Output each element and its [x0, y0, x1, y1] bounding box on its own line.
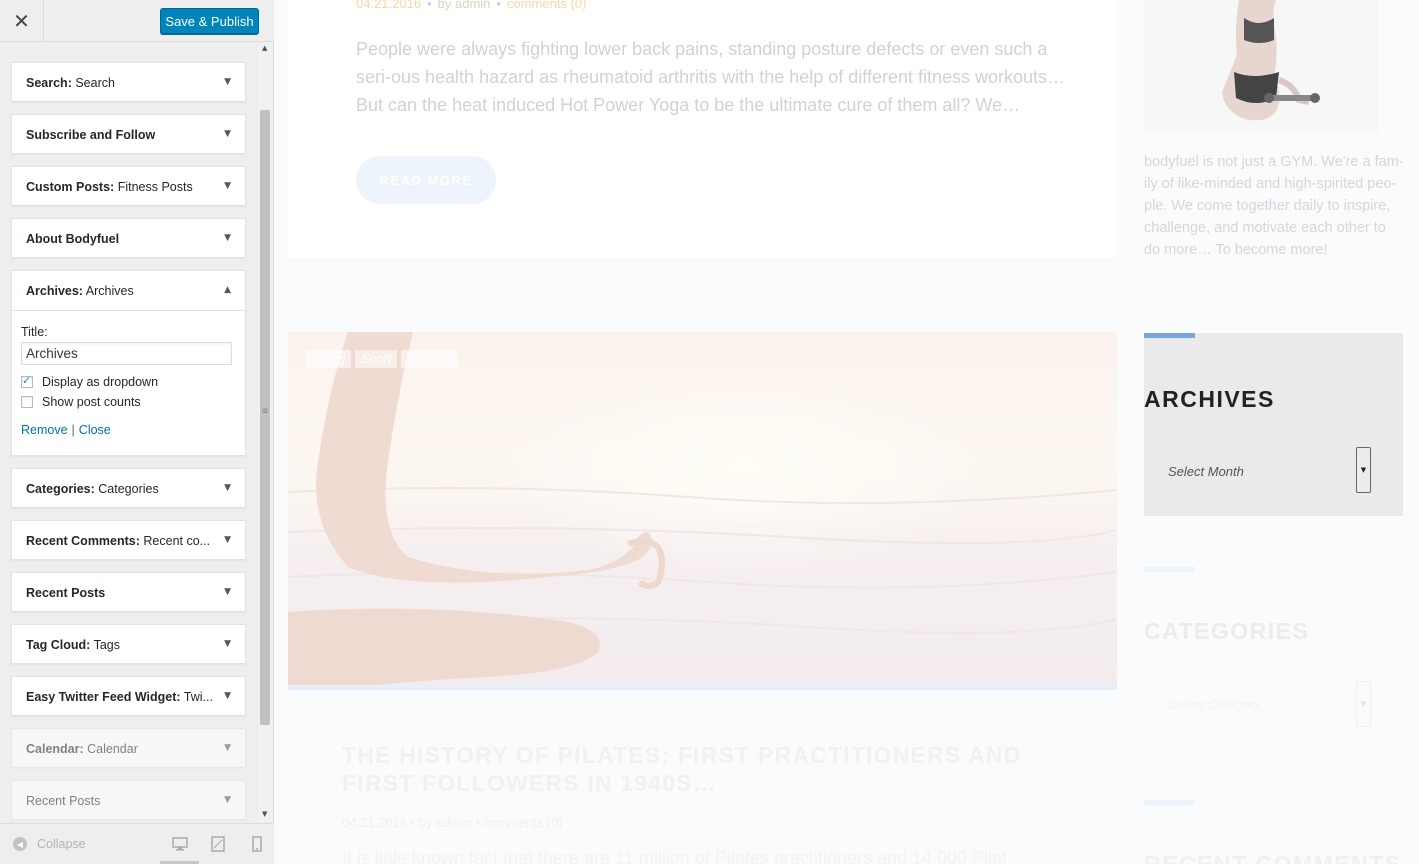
widget-recent-posts-2[interactable]: Recent Posts ▼ [11, 780, 246, 820]
post-date[interactable]: 04.21.2016 [356, 0, 421, 11]
tablet-preview-icon[interactable] [210, 836, 226, 852]
scroll-down-icon[interactable]: ▼ [262, 810, 267, 818]
mobile-preview-icon[interactable] [249, 836, 265, 852]
archives-widget: ARCHIVES Select Month ▼ [1144, 333, 1403, 516]
tag-link[interactable]: Lifting [306, 350, 352, 368]
widget-archives-header[interactable]: Archives: Archives ▲ [12, 271, 245, 311]
recent-comments-heading: RECENT COMMENTS [1144, 851, 1402, 864]
widget-title: Archives: Archives [26, 284, 134, 298]
widget-title: Recent Posts [26, 586, 106, 600]
tag-link[interactable]: Training [401, 350, 458, 368]
widget-title: Categories: Categories [26, 482, 159, 496]
archives-title-input[interactable] [21, 342, 232, 365]
widget-title: Easy Twitter Feed Widget: Twi... [26, 690, 213, 704]
expand-arrow-icon[interactable]: ▼ [224, 181, 231, 191]
widget-title: Recent Posts [26, 794, 101, 808]
customizer-footer: ◀ Collapse [0, 823, 274, 864]
widget-tag-cloud[interactable]: Tag Cloud: Tags ▼ [11, 624, 246, 664]
widget-calendar[interactable]: Calendar: Calendar ▼ [11, 728, 246, 768]
widget-title: Calendar: Calendar [26, 742, 138, 756]
about-text: bodyfuel is not just a GYM. We're a fam-… [1144, 154, 1404, 258]
widget-list: Search: Search ▼ Subscribe and Follow ▼ … [11, 62, 246, 832]
post-tags: Lifting Sport Training [306, 350, 458, 368]
widget-easy-twitter-feed[interactable]: Easy Twitter Feed Widget: Twi... ▼ [11, 676, 246, 716]
customizer-header: ✕ Save & Publish [0, 0, 274, 42]
show-post-counts-checkbox[interactable] [21, 396, 33, 408]
display-dropdown-label: Display as dropdown [42, 375, 159, 389]
collapse-icon: ◀ [13, 837, 27, 851]
widget-categories[interactable]: Categories: Categories ▼ [11, 468, 246, 508]
expand-arrow-icon[interactable]: ▼ [224, 535, 231, 545]
post-meta: 04.21.2016 • by admin • comments (0) [356, 0, 586, 11]
widget-accent-bar [1144, 800, 1195, 805]
widget-archives-expanded: Archives: Archives ▲ Title: Display as d… [11, 270, 246, 456]
post-card: 04.21.2016 • by admin • comments (0) People … [288, 0, 1117, 258]
dropdown-arrow-icon[interactable]: ▼ [1356, 681, 1371, 727]
widget-search[interactable]: Search: Search ▼ [11, 62, 246, 102]
widget-accent-bar [1144, 333, 1195, 338]
tag-link[interactable]: Sport [355, 350, 398, 368]
post-excerpt: It is little known fact that there are 1… [342, 848, 1008, 864]
show-post-counts-label: Show post counts [42, 395, 141, 409]
scroll-up-icon[interactable]: ▲ [262, 44, 267, 52]
widget-custom-posts[interactable]: Custom Posts: Fitness Posts ▼ [11, 166, 246, 206]
collapse-button[interactable]: ◀ Collapse [13, 837, 86, 851]
expand-arrow-icon[interactable]: ▼ [224, 233, 231, 243]
scrollbar-thumb[interactable] [260, 110, 270, 725]
widget-accent-bar [1144, 567, 1195, 572]
expand-arrow-icon[interactable]: ▼ [224, 639, 231, 649]
about-image [1144, 0, 1379, 132]
categories-select[interactable]: Select Category [1168, 697, 1261, 712]
counts-option[interactable]: Show post counts [21, 395, 236, 409]
expand-arrow-icon[interactable]: ▼ [224, 795, 231, 805]
desktop-preview-icon[interactable] [172, 836, 188, 852]
read-more-button[interactable]: READ MORE [356, 156, 496, 204]
post-author[interactable]: by admin [438, 0, 491, 11]
archives-select[interactable]: Select Month [1168, 464, 1244, 479]
widget-about-bodyfuel[interactable]: About Bodyfuel ▼ [11, 218, 246, 258]
close-customizer-button[interactable]: ✕ [0, 0, 44, 42]
widget-recent-comments[interactable]: Recent Comments: Recent co... ▼ [11, 520, 246, 560]
customizer-sidebar: ✕ Save & Publish Search: Search ▼ Subscr… [0, 0, 274, 864]
remove-widget-link[interactable]: Remove [21, 423, 68, 437]
widget-title: Subscribe and Follow [26, 128, 156, 142]
widget-title: Tag Cloud: Tags [26, 638, 120, 652]
archives-heading: ARCHIVES [1144, 386, 1275, 412]
display-dropdown-checkbox[interactable] [21, 374, 33, 388]
widget-title: About Bodyfuel [26, 232, 120, 246]
expand-arrow-icon[interactable]: ▼ [224, 483, 231, 493]
resize-handle-icon[interactable]: ≡ [262, 406, 268, 417]
close-icon: ✕ [13, 9, 30, 33]
sidebar-scrollbar[interactable]: ▲ ▼ [258, 42, 273, 822]
link-separator: | [71, 423, 75, 437]
post-featured-image[interactable] [288, 332, 1117, 689]
collapse-label: Collapse [37, 837, 86, 851]
image-accent-bar [288, 685, 1117, 690]
widget-actions: Remove | Close [21, 423, 236, 437]
expand-arrow-icon[interactable]: ▼ [224, 691, 231, 701]
dropdown-arrow-icon[interactable]: ▼ [1356, 447, 1371, 493]
title-label: Title: [21, 325, 48, 339]
post-comments[interactable]: comments (0) [507, 0, 586, 11]
expand-arrow-icon[interactable]: ▼ [224, 743, 231, 753]
expand-arrow-icon[interactable]: ▼ [224, 129, 231, 139]
widget-title: Recent Comments: Recent co... [26, 534, 211, 548]
categories-heading: CATEGORIES [1144, 618, 1310, 644]
widget-recent-posts[interactable]: Recent Posts ▼ [11, 572, 246, 612]
widget-archives-form: Title: Display as dropdown Show post cou… [12, 311, 245, 437]
site-preview: 04.21.2016 • by admin • comments (0) People … [274, 0, 1419, 864]
post-meta: 04.21.2016 • by admin • comments (0) [342, 815, 563, 830]
dropdown-option[interactable]: Display as dropdown [21, 374, 236, 389]
collapse-arrow-icon[interactable]: ▲ [224, 285, 231, 295]
save-publish-button[interactable]: Save & Publish [160, 8, 259, 34]
widget-title: Search: Search [26, 76, 115, 90]
post-excerpt: People were always fighting lower back p… [356, 39, 1066, 115]
widget-subscribe-follow[interactable]: Subscribe and Follow ▼ [11, 114, 246, 154]
post-title[interactable]: THE HISTORY OF PILATES: FIRST PRACTITION… [342, 741, 1042, 797]
close-widget-link[interactable]: Close [79, 423, 111, 437]
expand-arrow-icon[interactable]: ▼ [224, 77, 231, 87]
expand-arrow-icon[interactable]: ▼ [224, 587, 231, 597]
widget-title: Custom Posts: Fitness Posts [26, 180, 193, 194]
